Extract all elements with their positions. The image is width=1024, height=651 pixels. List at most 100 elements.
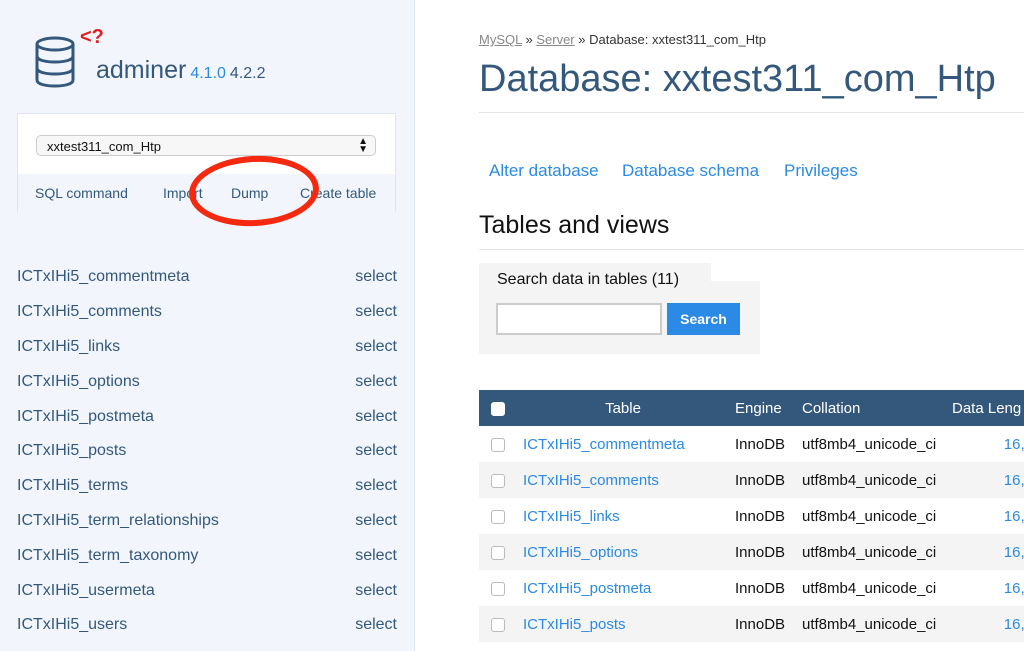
sidebar-table-link[interactable]: ICTxIHi5_postmeta <box>17 408 154 426</box>
col-data-length[interactable]: Data Leng <box>946 390 1024 426</box>
collation-cell: utf8mb4_unicode_ci <box>796 606 946 642</box>
sidebar-table-item: ICTxIHi5_options select <box>17 364 397 399</box>
divider <box>479 249 1024 250</box>
collation-cell: utf8mb4_unicode_ci <box>802 579 937 597</box>
data-length-cell[interactable]: 16,3 <box>946 462 1024 498</box>
section-title: Tables and views <box>479 211 670 239</box>
engine-cell: InnoDB <box>735 435 786 453</box>
table-name-link[interactable]: ICTxIHi5_posts <box>523 616 626 633</box>
sidebar-table-link[interactable]: ICTxIHi5_usermeta <box>17 582 155 600</box>
data-length-cell[interactable]: 16,3 <box>946 498 1024 534</box>
sidebar-table-link[interactable]: ICTxIHi5_posts <box>17 442 126 460</box>
collation-cell: utf8mb4_unicode_ci <box>802 507 937 525</box>
select-all-checkbox[interactable] <box>491 401 505 416</box>
sidebar-table-link[interactable]: ICTxIHi5_commentmeta <box>17 268 190 286</box>
row-checkbox[interactable] <box>491 473 505 488</box>
breadcrumb-current: Database: xxtest311_com_Htp <box>589 32 766 47</box>
sidebar-select-link[interactable]: select <box>355 477 397 495</box>
collation-cell: utf8mb4_unicode_ci <box>796 462 946 498</box>
sidebar-table-link[interactable]: ICTxIHi5_term_taxonomy <box>17 547 198 565</box>
sidebar-table-item: ICTxIHi5_terms select <box>17 469 397 504</box>
table-row: ICTxIHi5_posts InnoDB utf8mb4_unicode_ci… <box>479 606 1024 642</box>
table-name-link[interactable]: ICTxIHi5_commentmeta <box>523 436 685 453</box>
privileges-link[interactable]: Privileges <box>784 161 858 181</box>
engine-cell: InnoDB <box>735 579 786 597</box>
version-old-link[interactable]: 4.1.0 <box>190 65 226 82</box>
table-row: ICTxIHi5_comments InnoDB utf8mb4_unicode… <box>479 462 1024 498</box>
col-collation[interactable]: Collation <box>796 390 946 426</box>
sidebar-table-link[interactable]: ICTxIHi5_links <box>17 338 120 356</box>
search-label: Search data in tables (11) <box>497 271 680 288</box>
row-checkbox[interactable] <box>491 617 505 632</box>
search-panel: Search data in tables (11) Search <box>479 263 760 354</box>
data-length-cell[interactable]: 16,3 <box>946 570 1024 606</box>
row-checkbox[interactable] <box>491 509 505 524</box>
sidebar-select-link[interactable]: select <box>355 408 397 426</box>
database-select-value: xxtest311_com_Htp <box>47 139 161 154</box>
row-checkbox[interactable] <box>491 581 505 596</box>
breadcrumb-mysql[interactable]: MySQL <box>479 32 522 47</box>
sidebar-table-item: ICTxIHi5_term_taxonomy select <box>17 538 397 573</box>
sidebar-table-link[interactable]: ICTxIHi5_options <box>17 373 140 391</box>
sidebar-select-link[interactable]: select <box>355 547 397 565</box>
engine-cell: InnoDB <box>735 507 786 525</box>
table-name-link[interactable]: ICTxIHi5_options <box>523 544 638 561</box>
col-table[interactable]: Table <box>517 390 729 426</box>
search-input[interactable] <box>496 303 662 335</box>
sidebar-table-item: ICTxIHi5_usermeta select <box>17 573 397 608</box>
row-checkbox[interactable] <box>491 437 505 452</box>
tables-table: Table Engine Collation Data Leng ICTxIHi… <box>479 390 1024 642</box>
page-title: Database: xxtest311_com_Htp <box>479 58 996 100</box>
database-select[interactable]: xxtest311_com_Htp ▲ ▼ <box>36 135 376 156</box>
version-new: 4.2.2 <box>229 65 266 82</box>
search-button[interactable]: Search <box>667 303 740 335</box>
sidebar-table-item: ICTxIHi5_term_relationships select <box>17 504 397 539</box>
sidebar-table-item: ICTxIHi5_commentmeta select <box>17 260 397 295</box>
table-name-link[interactable]: ICTxIHi5_postmeta <box>523 580 651 597</box>
table-row: ICTxIHi5_postmeta InnoDB utf8mb4_unicode… <box>479 570 1024 606</box>
sidebar-table-link[interactable]: ICTxIHi5_terms <box>17 477 128 495</box>
logo-mark: <? <box>80 26 104 48</box>
sidebar-select-link[interactable]: select <box>355 616 397 634</box>
breadcrumb-sep: » <box>578 32 586 47</box>
sidebar-select-link[interactable]: select <box>355 582 397 600</box>
database-schema-link[interactable]: Database schema <box>622 161 759 181</box>
sidebar-table-item: ICTxIHi5_postmeta select <box>17 399 397 434</box>
divider <box>479 112 1024 113</box>
breadcrumb-server[interactable]: Server <box>536 32 574 47</box>
data-length-cell[interactable]: 16,3 <box>946 426 1024 462</box>
table-name-link[interactable]: ICTxIHi5_comments <box>523 472 659 489</box>
sidebar-table-item: ICTxIHi5_posts select <box>17 434 397 469</box>
col-engine[interactable]: Engine <box>729 390 796 426</box>
table-header-row: Table Engine Collation Data Leng <box>479 390 1024 426</box>
sidebar-select-link[interactable]: select <box>355 303 397 321</box>
brand: adminer 4.1.0 4.2.2 <box>96 56 266 85</box>
data-length-cell[interactable]: 16,3 <box>946 606 1024 642</box>
alter-database-link[interactable]: Alter database <box>489 161 599 181</box>
engine-cell: InnoDB <box>729 606 796 642</box>
sidebar-select-link[interactable]: select <box>355 338 397 356</box>
engine-cell: InnoDB <box>729 534 796 570</box>
table-row: ICTxIHi5_commentmeta InnoDB utf8mb4_unic… <box>479 426 1024 462</box>
sidebar-select-link[interactable]: select <box>355 442 397 460</box>
sidebar-select-link[interactable]: select <box>355 373 397 391</box>
table-row: ICTxIHi5_links InnoDB utf8mb4_unicode_ci… <box>479 498 1024 534</box>
sidebar-select-link[interactable]: select <box>355 268 397 286</box>
sql-command-link[interactable]: SQL command <box>35 185 128 201</box>
brand-name: adminer <box>96 56 187 84</box>
row-checkbox[interactable] <box>491 545 505 560</box>
collation-cell: utf8mb4_unicode_ci <box>802 435 937 453</box>
sidebar-table-link[interactable]: ICTxIHi5_term_relationships <box>17 512 219 530</box>
collation-cell: utf8mb4_unicode_ci <box>796 534 946 570</box>
data-length-cell[interactable]: 16,3 <box>946 534 1024 570</box>
table-name-link[interactable]: ICTxIHi5_links <box>523 508 620 525</box>
sidebar-table-list: ICTxIHi5_commentmeta select ICTxIHi5_comme… <box>17 260 397 643</box>
engine-cell: InnoDB <box>729 462 796 498</box>
sidebar-table-link[interactable]: ICTxIHi5_comments <box>17 303 162 321</box>
sidebar-table-link[interactable]: ICTxIHi5_users <box>17 616 127 634</box>
sidebar-select-link[interactable]: select <box>355 512 397 530</box>
sidebar-table-item: ICTxIHi5_links select <box>17 330 397 365</box>
sidebar-table-item: ICTxIHi5_comments select <box>17 295 397 330</box>
sidebar-table-item: ICTxIHi5_users select <box>17 608 397 643</box>
sidebar: <? adminer 4.1.0 4.2.2 xxtest311_com_Htp ▲ ▼… <box>0 0 415 651</box>
